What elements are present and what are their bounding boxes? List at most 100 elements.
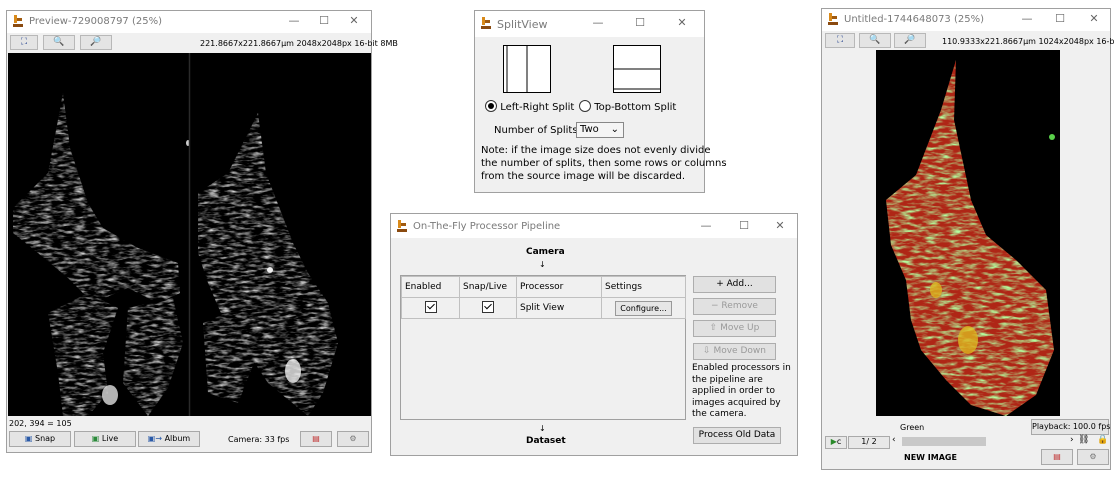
pipeline-window: On-The-Fly Processor Pipeline — ☐ ✕ Came… xyxy=(390,213,798,456)
remove-button[interactable]: − Remove xyxy=(693,298,776,315)
header-processor[interactable]: Processor xyxy=(516,276,602,298)
camera-label: Camera xyxy=(526,247,565,257)
close-icon[interactable]: ✕ xyxy=(672,15,692,31)
pipeline-title: On-The-Fly Processor Pipeline xyxy=(413,221,561,232)
description-line: the pipeline are xyxy=(692,374,763,385)
arrow-up-icon: ⇧ xyxy=(709,323,718,333)
splitview-titlebar[interactable]: SplitView — ☐ ✕ xyxy=(475,11,704,37)
enabled-checkbox[interactable] xyxy=(424,300,437,313)
zoom-in-button[interactable]: 🔍 xyxy=(43,35,75,50)
save-button[interactable]: ▤ xyxy=(300,431,332,447)
live-button[interactable]: ▣ Live xyxy=(74,431,136,447)
zoom-in-icon: 🔍 xyxy=(53,37,65,47)
chevron-left-icon[interactable]: ‹ xyxy=(892,435,896,445)
zoom-in-icon: 🔍 xyxy=(869,35,881,45)
app-icon xyxy=(828,13,838,25)
top-bottom-label: Top-Bottom Split xyxy=(594,102,677,113)
num-splits-value: Two xyxy=(580,124,599,135)
chevron-right-icon[interactable]: › xyxy=(1070,435,1074,445)
save-icon: ▤ xyxy=(1053,452,1061,461)
link-icon[interactable]: ⛓ xyxy=(1078,435,1089,445)
description-line: Enabled processors in xyxy=(692,363,791,373)
pipeline-titlebar[interactable]: On-The-Fly Processor Pipeline — ☐ ✕ xyxy=(391,214,797,238)
add-button[interactable]: + Add... xyxy=(693,276,776,293)
left-right-label: Left-Right Split xyxy=(500,102,575,113)
fullscreen-icon: ⛶ xyxy=(20,37,28,47)
maximize-icon[interactable]: ☐ xyxy=(1050,11,1070,27)
minimize-icon[interactable]: — xyxy=(284,13,304,29)
untitled-window: Untitled-1744648073 (25%) — ☐ ✕ ⛶ 🔍 🔎 11… xyxy=(821,8,1115,470)
zoom-out-button[interactable]: 🔎 xyxy=(80,35,112,50)
app-icon xyxy=(13,15,23,27)
note-line: from the source image will be discarded. xyxy=(481,171,686,182)
composite-image-graphic xyxy=(876,50,1060,416)
maximize-icon[interactable]: ☐ xyxy=(314,13,334,29)
splitview-title: SplitView xyxy=(497,18,548,31)
image-info: 110.9333x221.8667µm 1024x2048px 16-bit 4… xyxy=(942,37,1115,46)
note-line: the number of splits, then some rows or … xyxy=(481,158,727,169)
header-enabled[interactable]: Enabled xyxy=(401,276,460,298)
playback-button[interactable]: Playback: 100.0 fps xyxy=(1031,419,1110,435)
top-bottom-split-diagram[interactable] xyxy=(613,45,661,93)
minimize-icon[interactable]: — xyxy=(696,218,716,234)
zoom-out-icon: 🔎 xyxy=(904,35,916,45)
app-icon xyxy=(397,220,407,232)
snap-icon: ▣ xyxy=(24,434,33,443)
preview-titlebar[interactable]: Preview-729008797 (25%) — ☐ ✕ xyxy=(7,11,371,33)
move-down-button[interactable]: ⇩ Move Down xyxy=(693,343,776,360)
settings-button[interactable]: ⚙ xyxy=(1077,449,1109,465)
zoom-out-button[interactable]: 🔎 xyxy=(894,33,926,48)
untitled-titlebar[interactable]: Untitled-1744648073 (25%) — ☐ ✕ xyxy=(822,9,1110,31)
settings-button[interactable]: ⚙ xyxy=(337,431,369,447)
maximize-icon[interactable]: ☐ xyxy=(630,15,650,31)
zoom-in-button[interactable]: 🔍 xyxy=(859,33,891,48)
num-splits-select[interactable]: Two ⌄ xyxy=(576,122,624,138)
album-button[interactable]: ▣→ Album xyxy=(138,431,200,447)
move-down-label: Move Down xyxy=(713,346,766,356)
page-current: 1/ xyxy=(861,437,870,446)
top-bottom-radio[interactable]: Top-Bottom Split xyxy=(579,100,676,113)
configure-button[interactable]: Configure... xyxy=(615,300,672,316)
album-icon: ▣→ xyxy=(147,434,163,443)
close-icon[interactable]: ✕ xyxy=(1084,11,1104,27)
frame-scrollbar[interactable] xyxy=(902,437,986,446)
page-total: 2 xyxy=(871,437,877,446)
left-right-split-diagram[interactable] xyxy=(503,45,551,93)
processor-table: Enabled Snap/Live Processor Settings Spl… xyxy=(400,275,686,420)
preview-image[interactable] xyxy=(8,53,371,416)
lock-icon[interactable]: 🔒 xyxy=(1097,435,1108,445)
snap-live-checkbox[interactable] xyxy=(482,300,494,313)
live-icon: ▣ xyxy=(91,434,100,443)
process-old-data-button[interactable]: Process Old Data xyxy=(693,427,781,444)
minimize-icon[interactable]: — xyxy=(588,15,608,31)
left-right-radio[interactable]: Left-Right Split xyxy=(485,100,574,113)
fullscreen-button[interactable]: ⛶ xyxy=(10,35,38,50)
fullscreen-icon: ⛶ xyxy=(836,35,844,45)
header-snap-live[interactable]: Snap/Live xyxy=(459,276,517,298)
radio-unselected-icon xyxy=(579,100,591,112)
close-icon[interactable]: ✕ xyxy=(344,13,364,29)
description-line: images acquired by xyxy=(692,397,781,408)
note-line: Note: if the image size does not evenly … xyxy=(481,145,711,156)
composite-image[interactable] xyxy=(876,50,1060,416)
save-icon: ▤ xyxy=(312,434,320,443)
table-row[interactable]: Split View Configure... xyxy=(401,297,686,319)
minimize-icon[interactable]: — xyxy=(1017,11,1037,27)
preview-window: Preview-729008797 (25%) — ☐ ✕ ⛶ 🔍 🔎 221.… xyxy=(6,10,398,453)
move-up-button[interactable]: ⇧ Move Up xyxy=(693,320,776,337)
move-up-label: Move Up xyxy=(720,323,760,333)
enabled-cell xyxy=(401,297,460,319)
new-image-label: NEW IMAGE xyxy=(904,453,957,462)
save-button[interactable]: ▤ xyxy=(1041,449,1073,465)
processor-name: Split View xyxy=(516,297,602,319)
close-icon[interactable]: ✕ xyxy=(770,218,790,234)
maximize-icon[interactable]: ☐ xyxy=(734,218,754,234)
snap-button[interactable]: ▣ Snap xyxy=(9,431,71,447)
fullscreen-button[interactable]: ⛶ xyxy=(825,33,855,48)
channel-label: Green xyxy=(900,423,925,432)
header-settings[interactable]: Settings xyxy=(601,276,686,298)
gear-icon: ⚙ xyxy=(349,434,357,443)
splitview-window: SplitView — ☐ ✕ Left-Right Split Top-Bot… xyxy=(474,10,727,193)
channel-stepper[interactable]: ▶c xyxy=(825,436,847,449)
chevron-down-icon: ⌄ xyxy=(610,124,619,135)
